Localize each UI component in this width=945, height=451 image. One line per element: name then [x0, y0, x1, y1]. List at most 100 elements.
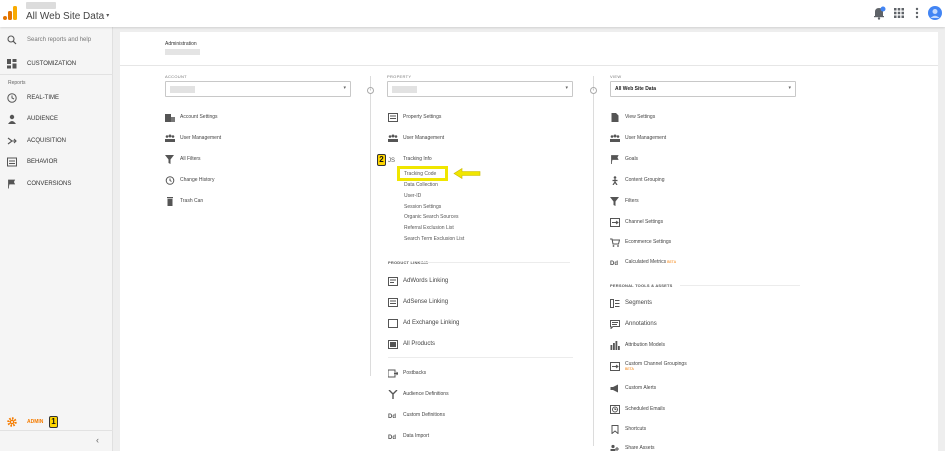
sidebar-item-real-time[interactable]: REAL-TIME	[0, 91, 113, 105]
adsense-linking-link[interactable]: AdSense Linking	[388, 296, 448, 308]
people-icon	[610, 134, 620, 142]
filter-icon	[165, 154, 174, 164]
property-user-management-link[interactable]: User Management	[388, 132, 444, 144]
channel-settings-link[interactable]: Channel Settings	[610, 216, 663, 228]
goals-link[interactable]: Goals	[610, 153, 638, 165]
flag-icon	[611, 154, 619, 164]
referral-exclusion-list-link[interactable]: Referral Exclusion List	[404, 225, 454, 231]
sidebar-item-acquisition[interactable]: ACQUISITION	[0, 134, 113, 148]
view-user-management-link[interactable]: User Management	[610, 132, 666, 144]
shortcuts-link[interactable]: Shortcuts	[610, 423, 646, 435]
annotation-badge-1: 1	[49, 416, 58, 428]
arrow-left-icon	[453, 168, 481, 179]
data-collection-link[interactable]: Data Collection	[404, 182, 438, 188]
segments-icon	[610, 298, 620, 308]
sidebar-item-customization[interactable]: CUSTOMIZATION	[0, 57, 113, 71]
link-label: Postbacks	[403, 370, 427, 376]
sidebar-item-label: AUDIENCE	[27, 116, 59, 122]
custom-definitions-link[interactable]: Dd Custom Definitions	[388, 409, 445, 421]
content-grouping-link[interactable]: Content Grouping	[610, 174, 664, 186]
share-assets-link[interactable]: Share Assets	[610, 442, 654, 451]
link-label: Account Settings	[180, 114, 218, 120]
postbacks-link[interactable]: Postbacks	[388, 367, 426, 379]
property-settings-link[interactable]: Property Settings	[388, 111, 441, 123]
more-vert-icon[interactable]	[910, 6, 924, 20]
account-user-management-link[interactable]: User Management	[165, 132, 221, 144]
all-products-link[interactable]: All Products	[388, 338, 435, 350]
sidebar-item-conversions[interactable]: CONVERSIONS	[0, 177, 113, 191]
sidebar-item-label: CUSTOMIZATION	[27, 61, 77, 67]
view-settings-link[interactable]: View Settings	[610, 111, 655, 123]
link-label: Tracking Info	[403, 156, 432, 162]
user-id-link[interactable]: User-ID	[404, 193, 421, 199]
scheduled-emails-link[interactable]: Scheduled Emails	[610, 403, 665, 415]
ad-exchange-linking-link[interactable]: Ad Exchange Linking	[388, 317, 459, 329]
comment-icon	[610, 319, 620, 329]
adwords-linking-link[interactable]: AdWords Linking	[388, 275, 448, 287]
fork-icon	[388, 389, 398, 399]
collapse-knob-icon[interactable]: ‹	[590, 87, 597, 94]
collapse-knob-icon[interactable]: ‹	[367, 87, 374, 94]
audience-definitions-link[interactable]: Audience Definitions	[388, 388, 449, 400]
link-label: User Management	[403, 135, 445, 141]
avatar[interactable]	[928, 6, 942, 20]
flag-icon	[8, 179, 16, 189]
custom-channel-groupings-link[interactable]: Custom Channel Groupings BETA	[610, 359, 687, 373]
people-icon	[165, 134, 175, 142]
megaphone-icon	[610, 384, 618, 392]
change-history-link[interactable]: Change History	[165, 174, 214, 186]
channel-icon	[610, 217, 620, 227]
data-import-link[interactable]: Dd Data Import	[388, 430, 429, 442]
filter-icon	[610, 196, 619, 206]
sidebar-item-label: REAL-TIME	[27, 95, 60, 101]
filters-link[interactable]: Filters	[610, 195, 639, 207]
apps-grid-icon[interactable]	[892, 6, 906, 20]
search-reports[interactable]: Search reports and help	[0, 33, 113, 47]
trash-icon	[167, 196, 173, 206]
link-label: Ad Exchange Linking	[403, 320, 460, 326]
history-icon	[165, 175, 175, 185]
dd-icon: Dd	[388, 414, 396, 420]
dashboard-icon	[7, 59, 17, 69]
gear-icon	[7, 417, 17, 427]
property-select[interactable]: ▾	[387, 81, 573, 97]
segments-link[interactable]: Segments	[610, 297, 652, 309]
tracking-info-link[interactable]: JS Tracking Info	[388, 153, 432, 165]
js-icon: JS	[388, 158, 395, 164]
view-select[interactable]: All Web Site Data ▾	[610, 81, 796, 97]
account-name-redacted	[26, 2, 56, 9]
reports-section-label: Reports	[8, 80, 26, 86]
column-connector	[370, 76, 371, 376]
link-label: Channel Settings	[625, 219, 664, 225]
link-label: Change History	[180, 177, 215, 183]
search-term-exclusion-list-link[interactable]: Search Term Exclusion List	[404, 236, 464, 242]
calculated-metrics-link[interactable]: Dd Calculated Metrics BETA	[610, 256, 676, 268]
dd-icon: Dd	[610, 261, 618, 267]
people-icon	[388, 134, 398, 142]
organic-search-sources-link[interactable]: Organic Search Sources	[404, 214, 458, 220]
notifications-icon[interactable]	[872, 6, 886, 20]
breadcrumb: Administration	[120, 32, 938, 66]
annotations-link[interactable]: Annotations	[610, 318, 657, 330]
tracking-code-highlight	[397, 166, 448, 181]
all-filters-link[interactable]: All Filters	[165, 153, 201, 165]
account-settings-link[interactable]: Account Settings	[165, 111, 218, 123]
sidebar-item-audience[interactable]: AUDIENCE	[0, 112, 113, 126]
account-select[interactable]: ▾	[165, 81, 351, 97]
collapse-sidebar-icon[interactable]: ‹	[96, 435, 99, 445]
attribution-models-link[interactable]: Attribution Models	[610, 339, 665, 351]
property-selector[interactable]: All Web Site Data ▾	[26, 11, 109, 22]
ecommerce-settings-link[interactable]: Ecommerce Settings	[610, 236, 671, 248]
left-navigation: Search reports and help CUSTOMIZATION Re…	[0, 27, 113, 451]
acquisition-icon	[7, 137, 17, 145]
trash-can-link[interactable]: Trash Can	[165, 195, 203, 207]
session-settings-link[interactable]: Session Settings	[404, 204, 441, 210]
custom-alerts-link[interactable]: Custom Alerts	[610, 382, 656, 394]
account-name-redacted	[165, 49, 200, 55]
link-label: Goals	[625, 156, 639, 162]
property-heading: PROPERTY	[387, 74, 412, 79]
divider	[420, 262, 570, 263]
link-label: Filters	[625, 198, 639, 204]
sidebar-item-behavior[interactable]: BEHAVIOR	[0, 155, 113, 169]
analytics-logo-icon[interactable]	[3, 5, 18, 21]
